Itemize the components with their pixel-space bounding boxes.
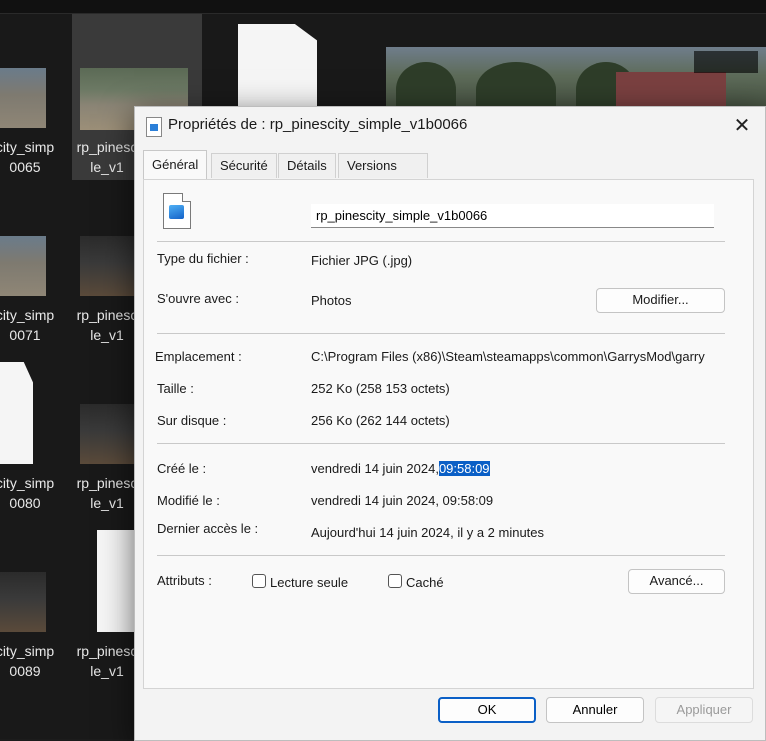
document-icon[interactable] [0,362,33,464]
file-type-label: Type du fichier : [157,251,249,266]
file-name-input[interactable] [311,204,714,228]
size-on-disk-value: 256 Ko (262 144 octets) [311,413,450,428]
tab-details[interactable]: Détails [278,153,336,178]
explorer-toolbar [0,0,766,14]
file-type-value: Fichier JPG (.jpg) [311,253,413,268]
thumbnail-image[interactable] [0,68,46,128]
separator [157,333,725,334]
created-date: vendredi 14 juin 2024, [311,461,439,476]
created-label: Créé le : [157,461,207,476]
dialog-title: Propriétés de : rp_pinescity_simple_v1b0… [168,116,468,133]
size-on-disk-label: Sur disque : [157,413,227,428]
image-file-icon [146,117,162,137]
photo-glyph [169,205,184,219]
close-button[interactable]: ✕ [719,107,765,145]
hidden-label[interactable]: Caché [406,575,444,590]
separator [157,443,725,444]
location-value: C:\Program Files (x86)\Steam\steamapps\c… [311,349,705,364]
document-icon[interactable] [238,24,317,106]
thumbnail-image[interactable] [0,236,46,296]
last-accessed-value: Aujourd'hui 14 juin 2024, il y a 2 minut… [311,525,545,540]
location-label: Emplacement : [155,349,242,364]
created-value: vendredi 14 juin 2024,09:58:09 [311,461,490,476]
general-tab-panel: Type du fichier : Fichier JPG (.jpg) S'o… [143,179,754,689]
thumbnail-image[interactable] [80,236,134,296]
attributes-label: Attributs : [157,573,212,588]
cancel-button[interactable]: Annuler [546,697,644,723]
last-accessed-label: Dernier accès le : [157,521,259,536]
modify-button[interactable]: Modifier... [596,288,725,313]
readonly-label[interactable]: Lecture seule [270,575,348,590]
thumbnail-image[interactable] [0,572,46,632]
modified-value: vendredi 14 juin 2024, 09:58:09 [311,493,494,508]
hidden-checkbox[interactable] [388,574,402,588]
size-value: 252 Ko (258 153 octets) [311,381,450,396]
advanced-button[interactable]: Avancé... [628,569,725,594]
opens-with-label: S'ouvre avec : [157,291,239,306]
dialog-titlebar[interactable]: Propriétés de : rp_pinescity_simple_v1b0… [135,107,765,145]
size-label: Taille : [157,381,194,396]
thumbnail-image[interactable] [80,404,134,464]
tab-security[interactable]: Sécurité [211,153,277,178]
selected-time-text[interactable]: 09:58:09 [438,461,490,476]
readonly-checkbox[interactable] [252,574,266,588]
apply-button[interactable]: Appliquer [655,697,753,723]
tab-general[interactable]: Général [143,150,208,179]
image-file-icon [163,193,191,229]
document-icon[interactable] [97,530,134,632]
opens-with-value: Photos [311,293,352,308]
modified-label: Modifié le : [157,493,220,508]
separator [157,241,725,242]
properties-dialog: Propriétés de : rp_pinescity_simple_v1b0… [134,106,766,741]
separator [157,555,725,556]
tab-previous-versions[interactable]: Versions précédentes [338,153,428,197]
ok-button[interactable]: OK [438,697,536,723]
game-hud [694,51,758,73]
